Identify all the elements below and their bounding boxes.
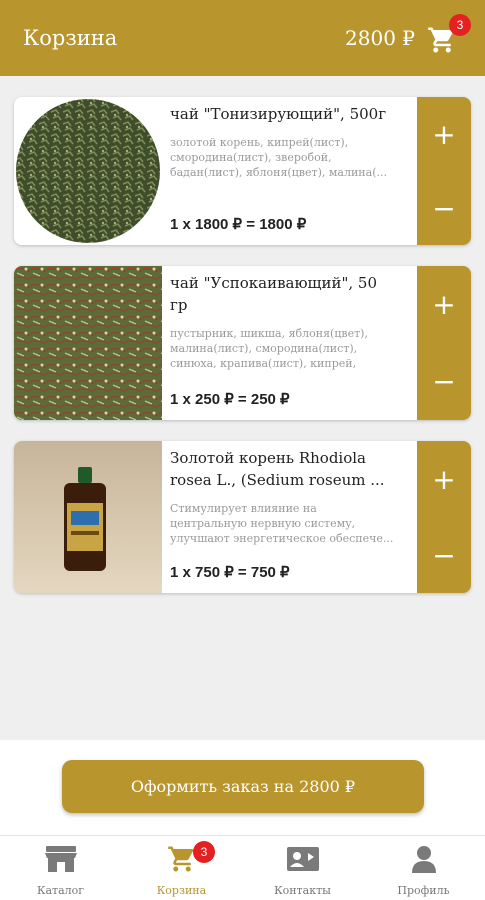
decrease-quantity-button[interactable]: − — [417, 171, 471, 245]
nav-item-contacts[interactable]: Контакты — [242, 836, 363, 900]
nav-item-catalog[interactable]: Каталог — [0, 836, 121, 900]
nav-item-profile[interactable]: Профиль — [363, 836, 484, 900]
header-cart-button[interactable]: 3 — [427, 14, 471, 56]
checkout-panel: Оформить заказ на 2800 ₽ — [0, 740, 485, 835]
item-title: Золотой корень Rhodiola rosea L., (Sediu… — [170, 449, 385, 489]
decrease-quantity-button[interactable]: − — [417, 343, 471, 420]
contact-card-icon — [286, 847, 319, 871]
quantity-stepper: + − — [417, 266, 471, 420]
item-description: золотой корень, кипрей(лист), смородина(… — [170, 136, 387, 179]
item-details: чай "Успокаивающий", 50 гр пустырник, ши… — [170, 272, 410, 420]
decrease-quantity-button[interactable]: − — [417, 517, 471, 593]
item-title: чай "Успокаивающий", 50 гр — [170, 274, 378, 314]
increase-quantity-button[interactable]: + — [417, 266, 471, 343]
increase-quantity-button[interactable]: + — [417, 97, 471, 171]
cart-item: Золотой корень Rhodiola rosea L., (Sediu… — [14, 441, 471, 593]
cart-item: чай "Успокаивающий", 50 гр пустырник, ши… — [14, 266, 471, 420]
item-description: Стимулирует влияние на центральную нервн… — [170, 502, 394, 545]
increase-quantity-button[interactable]: + — [417, 441, 471, 517]
person-icon — [411, 846, 436, 873]
quantity-stepper: + − — [417, 441, 471, 593]
product-image — [14, 266, 162, 420]
item-price: 1 x 750 ₽ = 750 ₽ — [170, 564, 290, 581]
product-image — [14, 97, 162, 245]
cart-count-badge: 3 — [193, 841, 215, 863]
nav-item-cart[interactable]: 3 Корзина — [121, 836, 242, 900]
nav-label: Корзина — [156, 884, 207, 897]
cart-count-badge: 3 — [449, 14, 471, 36]
product-image — [14, 441, 162, 593]
nav-label: Профиль — [397, 884, 450, 897]
page-title: Корзина — [23, 26, 118, 50]
item-description: пустырник, шикша, яблоня(цвет), малина(л… — [170, 327, 368, 370]
cart-item: чай "Тонизирующий", 500г золотой корень,… — [14, 97, 471, 245]
checkout-button[interactable]: Оформить заказ на 2800 ₽ — [62, 760, 424, 813]
bottom-nav: Каталог 3 Корзина Контакты Профиль — [0, 835, 485, 900]
store-icon — [44, 846, 77, 872]
nav-label: Каталог — [36, 884, 85, 897]
quantity-stepper: + − — [417, 97, 471, 245]
item-details: чай "Тонизирующий", 500г золотой корень,… — [170, 103, 410, 245]
nav-label: Контакты — [274, 884, 331, 897]
cart-total: 2800 ₽ — [345, 26, 415, 50]
item-details: Золотой корень Rhodiola rosea L., (Sediu… — [170, 447, 410, 593]
item-title: чай "Тонизирующий", 500г — [170, 105, 387, 123]
item-price: 1 x 250 ₽ = 250 ₽ — [170, 391, 290, 408]
app-bar: Корзина 2800 ₽ 3 — [0, 0, 485, 76]
item-price: 1 x 1800 ₽ = 1800 ₽ — [170, 216, 307, 233]
